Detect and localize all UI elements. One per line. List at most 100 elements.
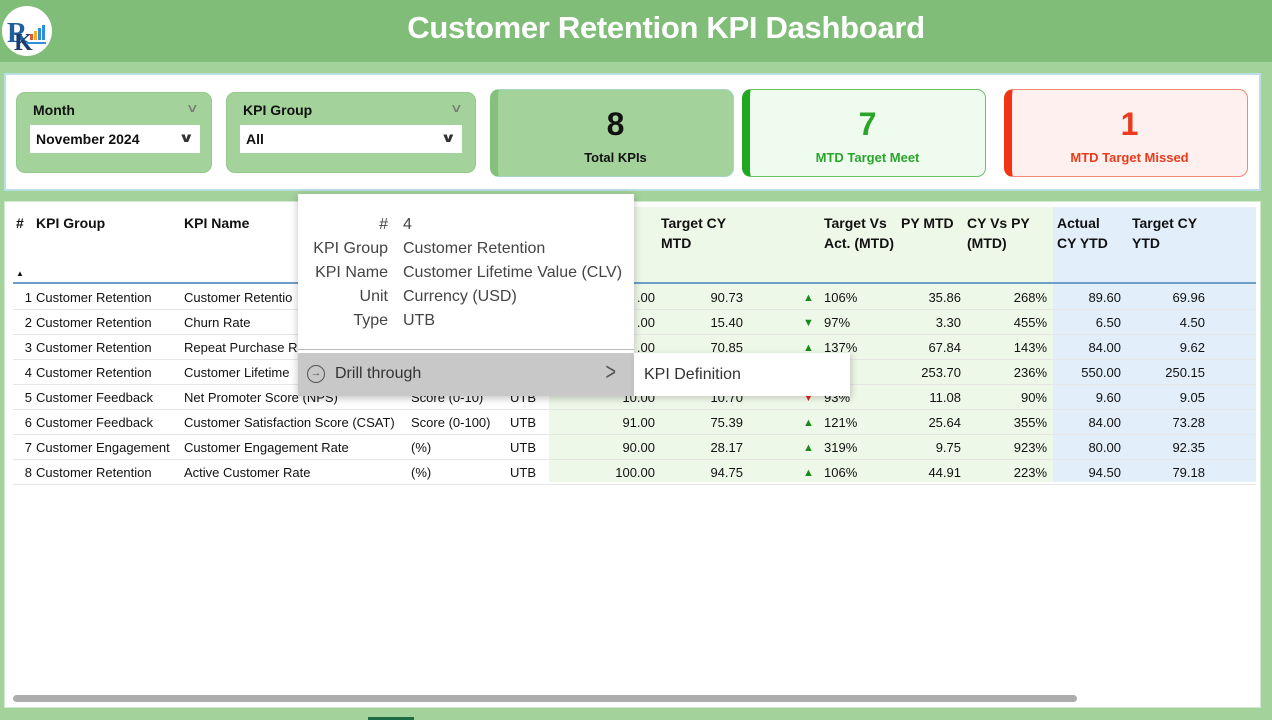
- total-kpis-value: 8: [606, 106, 625, 142]
- cell-py-mtd: 9.75: [935, 440, 961, 455]
- cell-cy-vs-py-mtd: 223%: [1013, 465, 1047, 480]
- cell-target-cy-ytd: 4.50: [1179, 315, 1205, 330]
- cell-unit: Score (0-100): [411, 415, 491, 430]
- arrow-down-icon: ▼: [803, 317, 814, 329]
- kpi-group-slicer-label: KPI Group: [243, 102, 313, 118]
- cell-py-mtd: 44.91: [928, 465, 961, 480]
- cell-kpi-name: Customer Retentio: [184, 290, 293, 305]
- cell-target-cy-mtd: 28.17: [710, 440, 743, 455]
- cell-actual-cy-mtd: 90.00: [622, 440, 655, 455]
- cell-py-mtd: 3.30: [935, 315, 961, 330]
- table-row[interactable]: 8 Customer Retention Active Customer Rate (…: [13, 460, 1256, 485]
- table-row[interactable]: 1 Customer Retention Customer Retentio .00 9…: [13, 285, 1256, 310]
- table-row[interactable]: 2 Customer Retention Churn Rate .00 15.40 ▼ 97…: [13, 310, 1256, 335]
- column-header-target-cy-mtd[interactable]: Target CY MTD: [661, 213, 741, 253]
- cell-kpi-group: Customer Retention: [36, 465, 152, 480]
- cell-kpi-name: Repeat Purchase Ra: [184, 340, 305, 355]
- cell-kpi-group: Customer Retention: [36, 290, 152, 305]
- drill-through-label: Drill through: [335, 365, 422, 382]
- column-header-actual-cy-ytd[interactable]: Actual CY YTD: [1057, 213, 1121, 253]
- cell-num: 5: [24, 390, 32, 405]
- cell-target-vs-act-mtd: 97%: [824, 315, 851, 330]
- column-header-target-cy-ytd[interactable]: Target CY YTD: [1132, 213, 1212, 253]
- mtd-target-missed-card: 1 MTD Target Missed: [1004, 89, 1248, 177]
- cell-actual-cy-ytd: 84.00: [1088, 415, 1121, 430]
- table-row[interactable]: 6 Customer Feedback Customer Satisfaction …: [13, 410, 1256, 435]
- cell-kpi-name: Customer Engagement Rate: [184, 440, 349, 455]
- sort-ascending-icon[interactable]: ▲: [16, 269, 24, 278]
- cell-actual-cy-ytd: 9.60: [1095, 390, 1121, 405]
- chevron-down-icon[interactable]: ∨: [450, 101, 463, 115]
- cell-cy-vs-py-mtd: 455%: [1013, 315, 1047, 330]
- cell-target-vs-act-mtd: 106%: [824, 290, 858, 305]
- cell-actual-cy-ytd: 94.50: [1088, 465, 1121, 480]
- cell-cy-vs-py-mtd: 923%: [1013, 440, 1047, 455]
- cell-kpi-name: Churn Rate: [184, 315, 251, 330]
- month-slicer: Month ∨ November 2024 ∨: [16, 92, 212, 173]
- kpi-group-dropdown[interactable]: All ∨: [240, 125, 462, 153]
- cell-unit: (%): [411, 465, 432, 480]
- tooltip-field-value: Customer Lifetime Value (CLV): [403, 264, 623, 281]
- header-divider: [13, 282, 1256, 284]
- cell-actual-cy-ytd: 550.00: [1081, 365, 1121, 380]
- mtd-target-meet-card: 7 MTD Target Meet: [742, 89, 986, 177]
- mtd-target-meet-label: MTD Target Meet: [815, 150, 920, 165]
- cell-kpi-name: Customer Satisfaction Score (CSAT): [184, 415, 395, 430]
- drill-through-menu-item[interactable]: → Drill through >: [298, 353, 634, 396]
- column-header-kpi-name[interactable]: KPI Name: [184, 213, 249, 233]
- cell-target-cy-mtd: 90.73: [710, 290, 743, 305]
- column-header-target-vs-act-mtd[interactable]: Target Vs Act. (MTD): [824, 213, 896, 253]
- cell-kpi-name: Customer Lifetime: [184, 365, 290, 380]
- mtd-target-missed-label: MTD Target Missed: [1070, 150, 1189, 165]
- cell-kpi-group: Customer Feedback: [36, 390, 154, 405]
- cell-type: UTB: [510, 465, 536, 480]
- cell-kpi-group: Customer Feedback: [36, 415, 154, 430]
- cell-unit: (%): [411, 440, 432, 455]
- tooltip-field-key: KPI Group: [313, 240, 388, 257]
- month-dropdown-value: November 2024: [36, 131, 140, 147]
- cell-num: 3: [24, 340, 32, 355]
- cell-target-cy-ytd: 9.05: [1179, 390, 1205, 405]
- cell-num: 1: [24, 290, 32, 305]
- cell-actual-cy-ytd: 84.00: [1088, 340, 1121, 355]
- cell-kpi-group: Customer Retention: [36, 340, 152, 355]
- column-header-num[interactable]: #: [16, 213, 24, 233]
- cell-actual-cy-ytd: 6.50: [1095, 315, 1121, 330]
- tooltip-field-value: 4: [403, 216, 412, 233]
- table-row[interactable]: 7 Customer Engagement Customer Engagement …: [13, 435, 1256, 460]
- cell-target-cy-ytd: 69.96: [1172, 290, 1205, 305]
- tooltip-field-key: Unit: [359, 288, 388, 305]
- page-tab-strip: [0, 712, 1272, 720]
- cell-target-cy-ytd: 9.62: [1179, 340, 1205, 355]
- column-header-cy-vs-py-mtd[interactable]: CY Vs PY (MTD): [967, 213, 1047, 253]
- drill-through-submenu: KPI Definition: [634, 353, 850, 396]
- total-kpis-label: Total KPIs: [584, 150, 647, 165]
- arrow-up-icon: ▲: [803, 292, 814, 304]
- dashboard-header: R K Customer Retention KPI Dashboard: [0, 0, 1272, 62]
- horizontal-scrollbar[interactable]: [13, 695, 1077, 702]
- cell-cy-vs-py-mtd: 236%: [1013, 365, 1047, 380]
- cell-target-vs-act-mtd: 319%: [824, 440, 858, 455]
- tooltip-field-key: #: [379, 216, 388, 233]
- cell-cy-vs-py-mtd: 355%: [1013, 415, 1047, 430]
- page-title: Customer Retention KPI Dashboard: [407, 10, 925, 45]
- month-dropdown[interactable]: November 2024 ∨: [30, 125, 200, 153]
- cell-target-cy-ytd: 79.18: [1172, 465, 1205, 480]
- mtd-target-meet-value: 7: [858, 106, 877, 142]
- cell-target-vs-act-mtd: 106%: [824, 465, 858, 480]
- kpi-definition-menu-item[interactable]: KPI Definition: [644, 366, 741, 384]
- mtd-target-missed-value: 1: [1120, 106, 1139, 142]
- column-header-py-mtd[interactable]: PY MTD: [901, 213, 961, 233]
- cell-py-mtd: 35.86: [928, 290, 961, 305]
- chevron-down-icon[interactable]: ∨: [186, 101, 199, 115]
- row-tooltip: #4 KPI Group Customer Retention KPI Name Cus…: [298, 194, 634, 396]
- cell-target-cy-mtd: 94.75: [710, 465, 743, 480]
- filter-card-panel: Month ∨ November 2024 ∨ KPI Group ∨ All …: [4, 73, 1261, 191]
- cell-kpi-group: Customer Engagement: [36, 440, 170, 455]
- cell-py-mtd: 25.64: [928, 415, 961, 430]
- cell-actual-cy-ytd: 89.60: [1088, 290, 1121, 305]
- kpi-group-dropdown-value: All: [246, 131, 264, 147]
- column-header-kpi-group[interactable]: KPI Group: [36, 213, 105, 233]
- month-slicer-label: Month: [33, 102, 75, 118]
- cell-actual-cy-mtd: 100.00: [615, 465, 655, 480]
